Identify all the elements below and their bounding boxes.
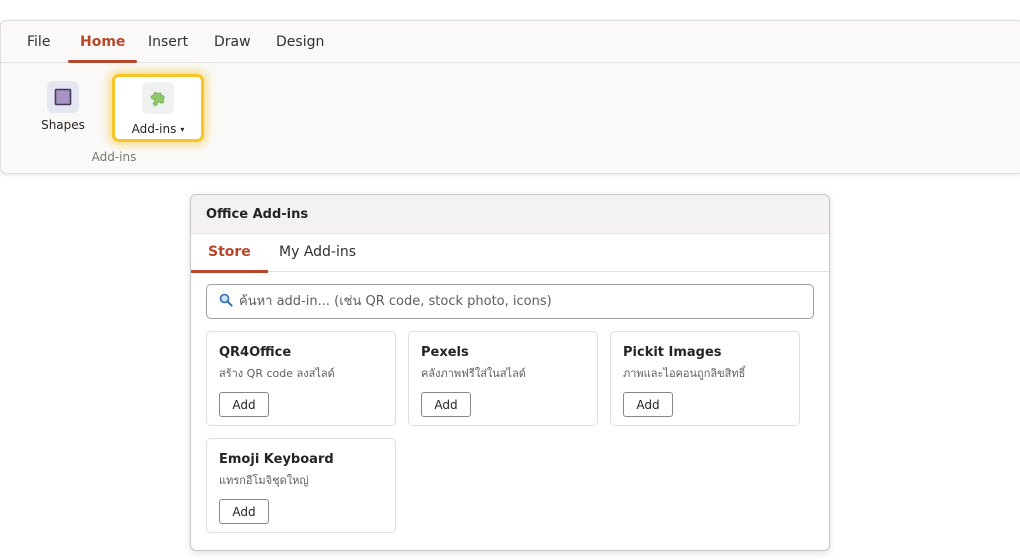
search-input[interactable] <box>239 294 813 309</box>
office-addins-panel: Office Add-ins Store My Add-ins QR4Offic… <box>190 194 830 551</box>
add-qr4office-button[interactable]: Add <box>219 392 269 417</box>
addin-card-pexels: Pexels คลังภาพฟรีใส่ในสไลด์ Add <box>408 331 598 426</box>
addin-description: สร้าง QR code ลงสไลด์ <box>219 367 335 380</box>
tab-draw[interactable]: Draw <box>202 33 263 63</box>
chevron-down-icon: ▾ <box>180 125 185 134</box>
addin-card-pickit-images: Pickit Images ภาพและไอคอนถูกลิขสิทธิ์ Ad… <box>610 331 800 426</box>
addins-label: Add-ins <box>131 122 177 136</box>
add-pexels-button[interactable]: Add <box>421 392 471 417</box>
search-box[interactable] <box>206 284 814 319</box>
panel-title: Office Add-ins <box>191 195 829 234</box>
shapes-icon <box>47 81 79 113</box>
addins-button[interactable]: Add-ins ▾ <box>112 74 204 142</box>
tab-design[interactable]: Design <box>264 33 336 63</box>
tab-my-addins[interactable]: My Add-ins <box>262 234 373 272</box>
tab-store[interactable]: Store <box>191 234 268 273</box>
add-emoji-keyboard-button[interactable]: Add <box>219 499 269 524</box>
addin-card-emoji-keyboard: Emoji Keyboard แทรกอีโมจิชุดใหญ่ Add <box>206 438 396 533</box>
ribbon: File Home Insert Draw Design Shapes Add-… <box>0 20 1020 174</box>
panel-tabs: Store My Add-ins <box>191 234 829 273</box>
addin-description: แทรกอีโมจิชุดใหญ่ <box>219 474 309 487</box>
shapes-label: Shapes <box>41 118 85 132</box>
search-icon <box>219 292 233 311</box>
addin-description: คลังภาพฟรีใส่ในสไลด์ <box>421 367 526 380</box>
addin-name: Pexels <box>421 345 469 360</box>
addin-name: Pickit Images <box>623 345 722 360</box>
addin-name: Emoji Keyboard <box>219 452 334 467</box>
tab-home[interactable]: Home <box>68 33 138 63</box>
tab-file[interactable]: File <box>15 33 62 63</box>
addin-card-qr4office: QR4Office สร้าง QR code ลงสไลด์ Add <box>206 331 396 426</box>
shapes-button[interactable]: Shapes <box>36 81 90 139</box>
puzzle-icon <box>142 82 174 114</box>
add-pickit-images-button[interactable]: Add <box>623 392 673 417</box>
addin-name: QR4Office <box>219 345 292 360</box>
ribbon-group-label: Add-ins <box>91 150 137 164</box>
addin-description: ภาพและไอคอนถูกลิขสิทธิ์ <box>623 367 746 380</box>
ribbon-tabs: File Home Insert Draw Design <box>1 21 1020 63</box>
tab-insert[interactable]: Insert <box>136 33 200 63</box>
